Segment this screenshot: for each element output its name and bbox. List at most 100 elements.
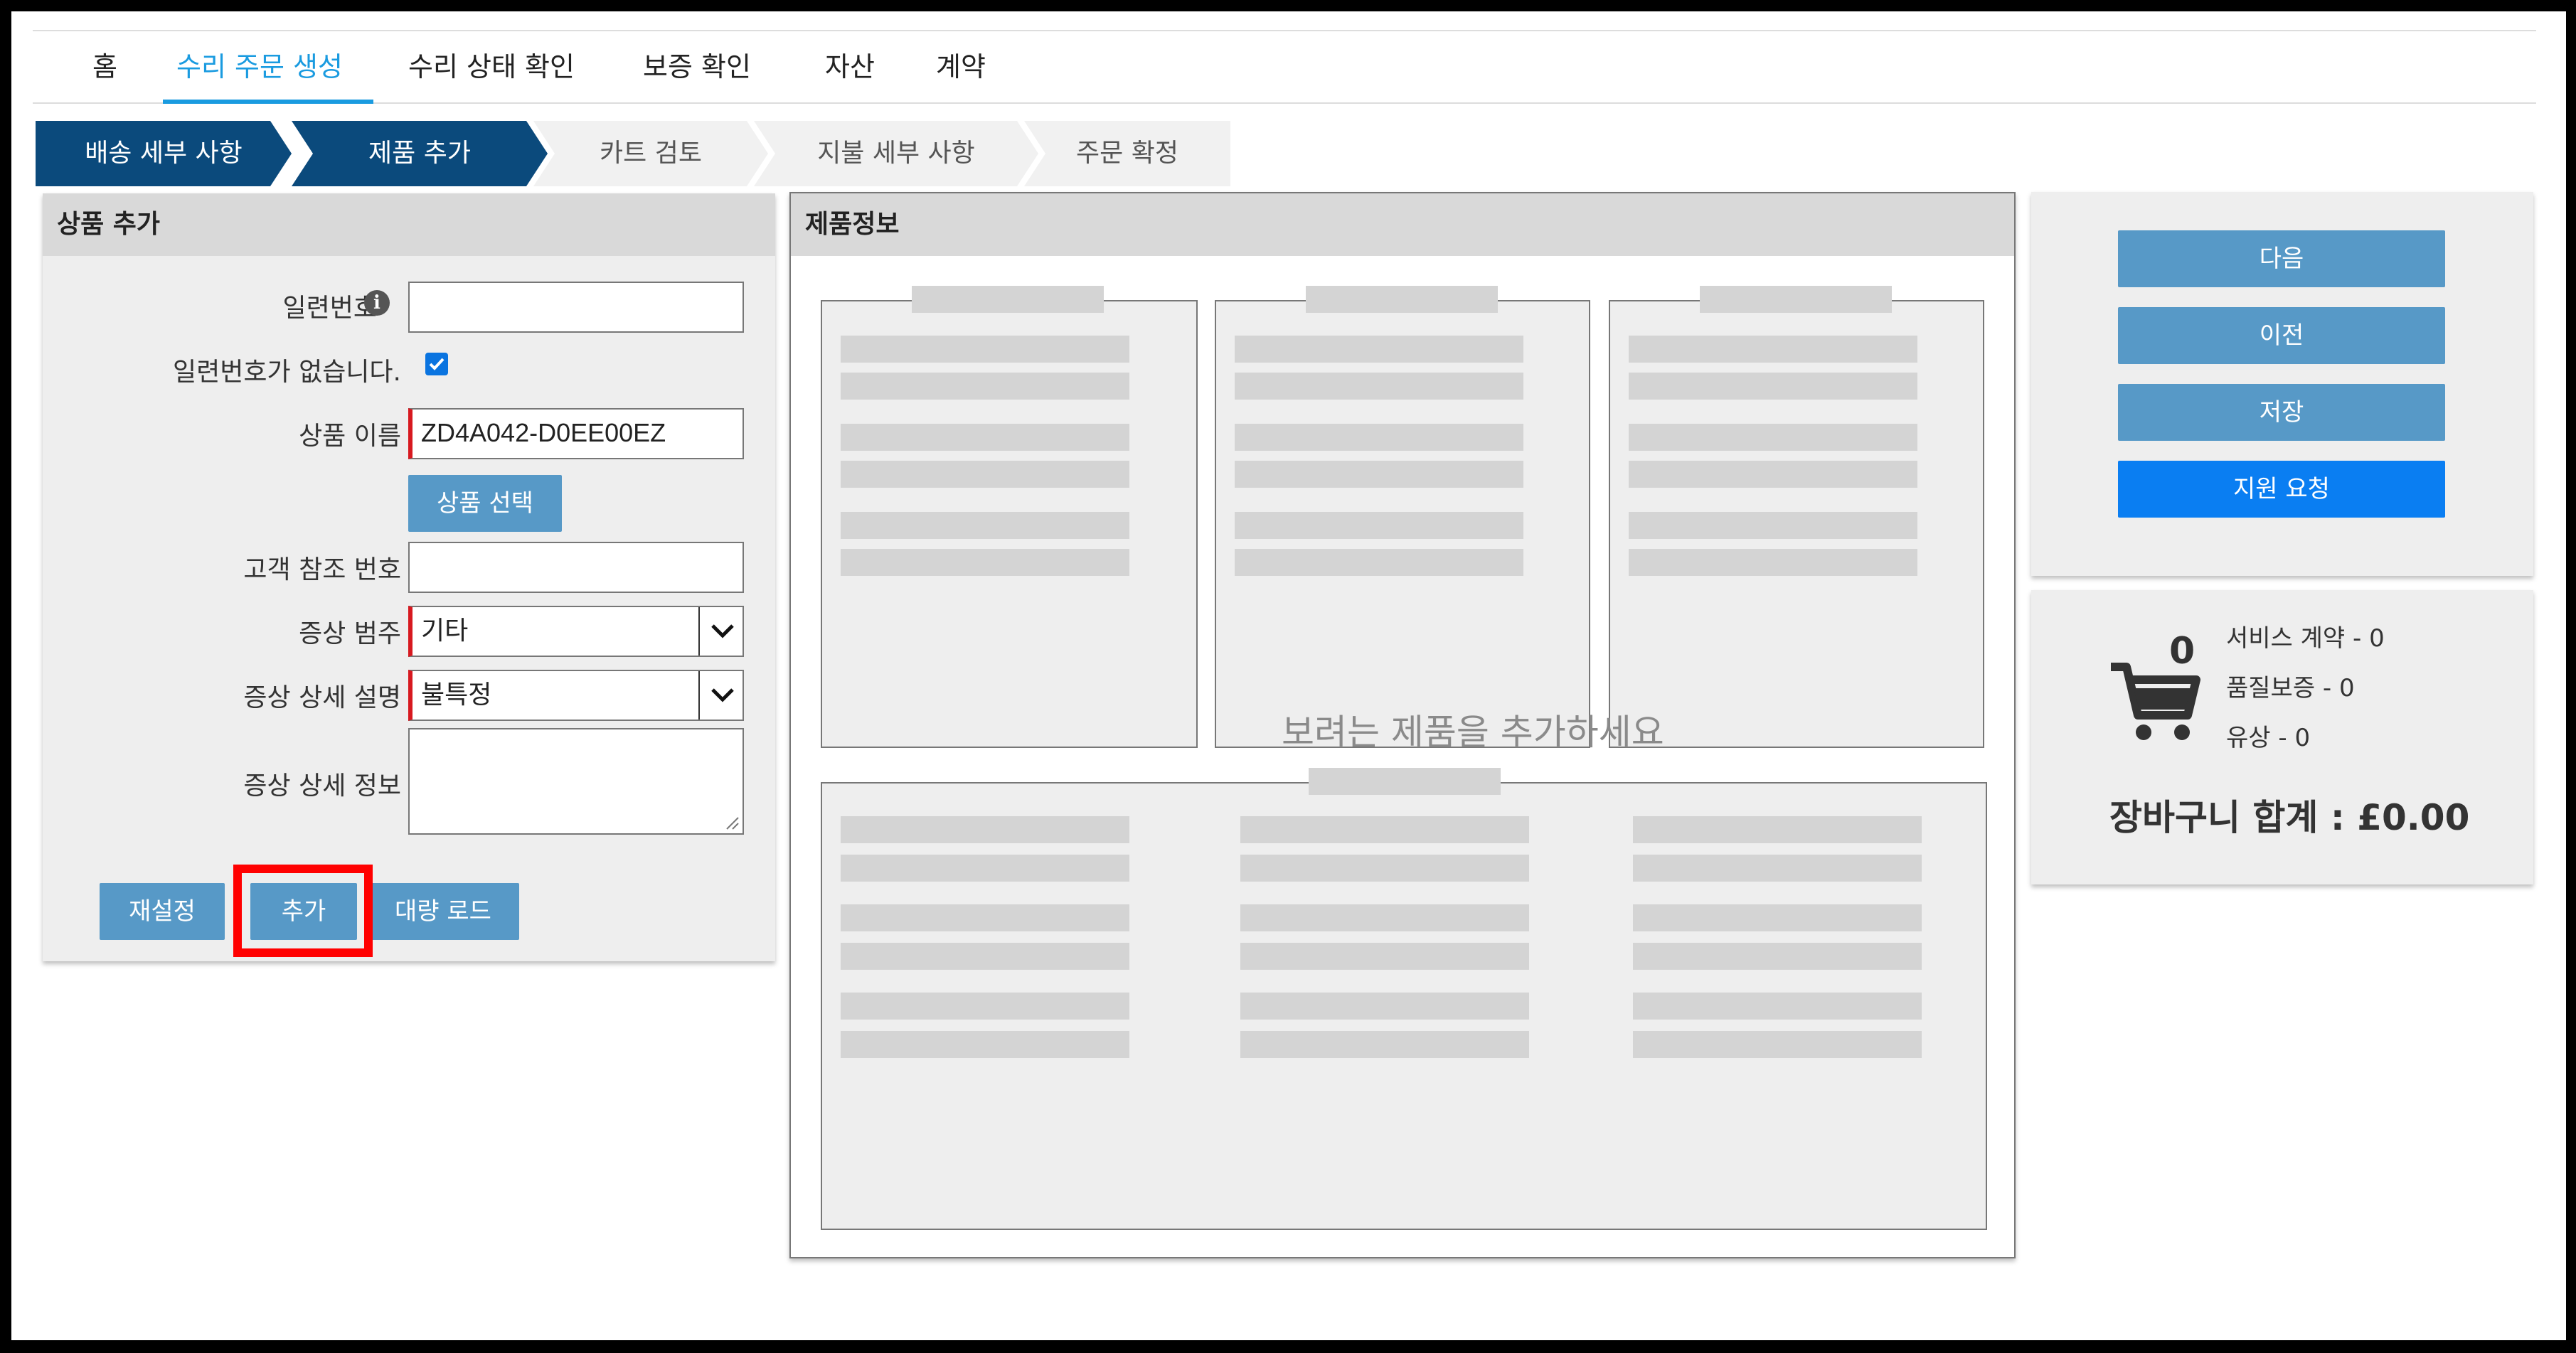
skeleton-line xyxy=(841,512,1129,539)
add-product-title: 상품 추가 xyxy=(43,193,775,256)
add-button-highlight xyxy=(233,865,373,957)
customer-ref-label: 고객 참조 번호 xyxy=(243,555,401,584)
skeleton-line xyxy=(1633,904,1922,931)
save-button[interactable]: 저장 xyxy=(2118,384,2445,441)
actions-panel: 다음 이전 저장 지원 요청 xyxy=(2031,192,2533,576)
top-nav: 홈 수리 주문 생성 수리 상태 확인 보증 확인 자산 계약 xyxy=(33,30,2536,104)
service-contract-count: 서비스 계약 - 0 xyxy=(2226,624,2385,653)
skeleton-line xyxy=(1629,461,1917,488)
skeleton-line xyxy=(1235,512,1523,539)
skeleton-line xyxy=(841,993,1129,1020)
nav-home[interactable]: 홈 xyxy=(92,31,117,102)
symptom-category-value: 기타 xyxy=(421,616,469,645)
skeleton-card xyxy=(1609,286,1984,748)
step-cart-review[interactable]: 카트 검토 xyxy=(533,121,768,186)
checkmark-icon xyxy=(429,358,445,370)
shopping-cart-icon xyxy=(2111,663,2200,740)
nav-assets[interactable]: 자산 xyxy=(825,31,875,102)
step-order-confirm[interactable]: 주문 확정 xyxy=(1024,121,1230,186)
skeleton-line xyxy=(1633,816,1922,843)
step-label: 주문 확정 xyxy=(1076,139,1178,168)
serial-input[interactable] xyxy=(408,282,744,333)
cart-summary-panel: 0 서비스 계약 - 0 품질보증 - 0 유상 - 0 장바구니 합계 : £… xyxy=(2031,590,2533,884)
symptom-category-select[interactable]: 기타 xyxy=(408,606,744,657)
select-product-button[interactable]: 상품 선택 xyxy=(408,475,562,532)
step-payment-details[interactable]: 지불 세부 사항 xyxy=(754,121,1038,186)
skeleton-line xyxy=(841,904,1129,931)
no-serial-checkbox[interactable] xyxy=(425,353,448,375)
skeleton-tab xyxy=(1309,768,1501,795)
skeleton-line xyxy=(841,943,1129,970)
skeleton-line xyxy=(841,373,1129,400)
skeleton-line xyxy=(1235,336,1523,363)
skeleton-line xyxy=(1633,855,1922,882)
skeleton-line xyxy=(1629,336,1917,363)
no-serial-label: 일련번호가 없습니다. xyxy=(173,358,401,387)
bulk-load-button[interactable]: 대량 로드 xyxy=(367,883,519,940)
skeleton-line xyxy=(1240,993,1529,1020)
info-icon[interactable]: i xyxy=(364,290,390,316)
customer-ref-input[interactable] xyxy=(408,542,744,593)
reset-button[interactable]: 재설정 xyxy=(100,883,225,940)
empty-placeholder-text: 보려는 제품을 추가하세요 xyxy=(1282,712,1664,753)
symptom-detail-select[interactable]: 불특정 xyxy=(408,670,744,721)
skeleton-line xyxy=(1240,855,1529,882)
skeleton-line xyxy=(1629,512,1917,539)
symptom-detail-value: 불특정 xyxy=(421,680,492,709)
step-label: 지불 세부 사항 xyxy=(817,139,975,168)
symptom-category-label: 증상 범주 xyxy=(299,619,401,648)
skeleton-line xyxy=(1629,424,1917,451)
step-add-product[interactable]: 제품 추가 xyxy=(292,121,548,186)
step-label: 배송 세부 사항 xyxy=(85,139,243,168)
nav-warranty-check[interactable]: 보증 확인 xyxy=(643,31,751,102)
skeleton-card xyxy=(821,286,1198,748)
cart-count: 0 xyxy=(2169,630,2196,673)
skeleton-line xyxy=(1235,549,1523,576)
skeleton-tab xyxy=(912,286,1104,313)
nav-contracts[interactable]: 계약 xyxy=(936,31,986,102)
skeleton-line xyxy=(1240,904,1529,931)
skeleton-line xyxy=(1240,943,1529,970)
skeleton-tab xyxy=(1700,286,1892,313)
skeleton-tab xyxy=(1306,286,1498,313)
support-request-button[interactable]: 지원 요청 xyxy=(2118,461,2445,518)
step-label: 제품 추가 xyxy=(368,139,471,168)
skeleton-line xyxy=(1633,993,1922,1020)
product-name-input[interactable]: ZD4A042-D0EE00EZ xyxy=(408,408,744,459)
product-name-label: 상품 이름 xyxy=(299,422,401,451)
previous-button[interactable]: 이전 xyxy=(2118,307,2445,364)
step-label: 카트 검토 xyxy=(600,139,702,168)
resize-grip-icon[interactable] xyxy=(724,815,740,830)
step-shipping-details[interactable]: 배송 세부 사항 xyxy=(36,121,292,186)
symptom-info-textarea[interactable] xyxy=(408,728,744,835)
skeleton-line xyxy=(841,1031,1129,1058)
skeleton-card xyxy=(1215,286,1590,748)
skeleton-line xyxy=(841,336,1129,363)
app-frame: 홈 수리 주문 생성 수리 상태 확인 보증 확인 자산 계약 배송 세부 사항… xyxy=(11,11,2566,1340)
skeleton-line xyxy=(1633,943,1922,970)
skeleton-line xyxy=(841,816,1129,843)
add-product-panel: 상품 추가 일련번호 i 일련번호가 없습니다. 상품 이름 ZD4A042-D… xyxy=(43,193,775,961)
symptom-detail-label: 증상 상세 설명 xyxy=(243,683,401,712)
symptom-info-label: 증상 상세 정보 xyxy=(243,771,401,801)
nav-create-repair-order[interactable]: 수리 주문 생성 xyxy=(176,31,343,102)
product-info-title: 제품정보 xyxy=(791,193,2014,256)
serial-label: 일련번호 xyxy=(282,294,377,323)
skeleton-line xyxy=(1629,549,1917,576)
skeleton-line xyxy=(1235,461,1523,488)
warranty-count: 품질보증 - 0 xyxy=(2226,674,2355,702)
chevron-down-icon xyxy=(698,607,743,656)
skeleton-card-wide xyxy=(821,768,1987,1230)
skeleton-line xyxy=(841,461,1129,488)
skeleton-line xyxy=(1629,373,1917,400)
skeleton-line xyxy=(841,549,1129,576)
chevron-down-icon xyxy=(698,671,743,720)
cart-total: 장바구니 합계 : £0.00 xyxy=(2109,797,2470,838)
nav-repair-status[interactable]: 수리 상태 확인 xyxy=(408,31,575,102)
product-info-panel: 제품정보 보려는 제품을 추가하세요 xyxy=(789,192,2016,1258)
paid-count: 유상 - 0 xyxy=(2226,724,2311,752)
skeleton-line xyxy=(1235,424,1523,451)
active-tab-indicator xyxy=(163,100,373,104)
skeleton-line xyxy=(1235,373,1523,400)
next-button[interactable]: 다음 xyxy=(2118,230,2445,287)
